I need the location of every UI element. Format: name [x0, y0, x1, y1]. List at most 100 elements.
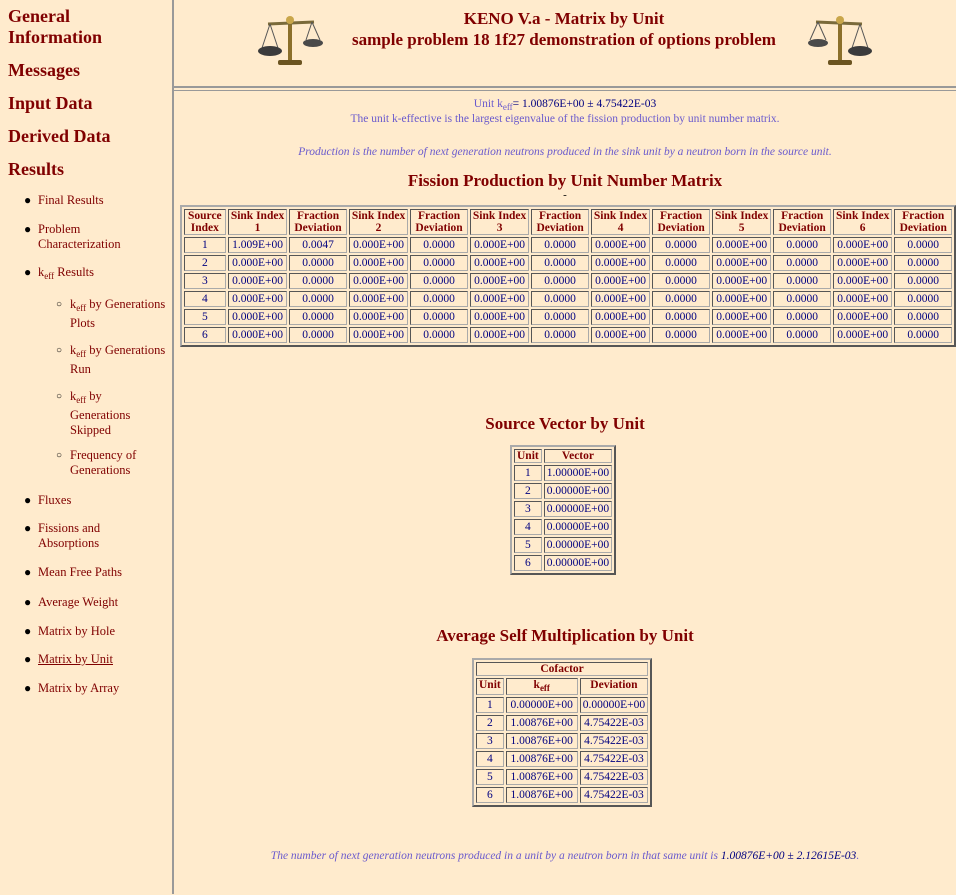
scales-of-justice-icon: [808, 16, 872, 65]
table-row: 1 1.00000E+00: [514, 465, 613, 481]
nav-keff-generations-run[interactable]: keff by Generations Run: [70, 343, 166, 377]
table-cell: 0.0000: [410, 255, 468, 271]
table-header-cell: Fraction Deviation: [410, 209, 468, 235]
table-cell: 4.75422E-03: [579, 787, 649, 803]
table-cell: 0.0000: [531, 327, 589, 343]
table-row: 5 1.00876E+00 4.75422E-03: [476, 769, 649, 785]
table-cell: 0.0000: [531, 291, 589, 307]
nav-frequency-generations[interactable]: Frequency of Generations: [70, 448, 156, 478]
table-cell: 0.00000E+00: [543, 483, 613, 499]
table-cell: 0.000E+00: [590, 309, 651, 325]
table-cell: 1: [476, 697, 504, 713]
table-row: 3 0.000E+00 0.0000 0.000E+00 0.0000 0.000E+00…: [184, 273, 952, 289]
nav-problem-characterization[interactable]: Problem Characterization: [38, 222, 164, 252]
table-cell: 0.000E+00: [711, 291, 772, 307]
table-cell: 0.000E+00: [711, 309, 772, 325]
self-multiplication-title: Average Self Multiplication by Unit: [436, 626, 694, 645]
table-cell: 0.0000: [894, 291, 952, 307]
keff-header: keff: [505, 678, 578, 695]
table-cell: 3: [476, 733, 504, 749]
bullet-icon: ●: [24, 624, 32, 638]
nav-matrix-by-array[interactable]: Matrix by Array: [38, 681, 119, 696]
nav-keff-generations-skipped[interactable]: keff by Generations Skipped: [70, 389, 148, 438]
table-cell: 0.0000: [531, 255, 589, 271]
table-cell: 0.000E+00: [348, 273, 409, 289]
table-cell: 0.00000E+00: [543, 501, 613, 517]
bullet-icon: ●: [24, 222, 32, 236]
table-cell: 4.75422E-03: [579, 733, 649, 749]
list-item: ● Average Weight: [24, 595, 118, 610]
table-row: 6 0.00000E+00: [514, 555, 613, 571]
table-cell: 0.0000: [531, 309, 589, 325]
bullet-icon: ●: [24, 681, 32, 695]
nav-fluxes[interactable]: Fluxes: [38, 493, 71, 508]
table-cell: 0.000E+00: [227, 291, 288, 307]
nav-final-results[interactable]: Final Results: [38, 193, 104, 208]
table-cell: 0.000E+00: [469, 291, 530, 307]
list-item: ○ Frequency of Generations: [56, 448, 156, 478]
table-cell: 0.0000: [773, 255, 831, 271]
table-cell: 5: [514, 537, 542, 553]
bullet-icon: ●: [24, 193, 32, 207]
nav-average-weight[interactable]: Average Weight: [38, 595, 118, 610]
nav-results[interactable]: Results: [8, 159, 64, 180]
table-cell: 6: [476, 787, 504, 803]
table-cell: 1.00876E+00: [505, 715, 578, 731]
bullet-icon: ●: [24, 521, 32, 535]
table-row: 5 0.00000E+00: [514, 537, 613, 553]
table-cell: 0.0000: [531, 237, 589, 253]
table-cell: 0.000E+00: [832, 327, 893, 343]
table-cell: 1: [184, 237, 226, 253]
nav-keff-results[interactable]: keff Results: [38, 265, 94, 284]
nav-derived-data[interactable]: Derived Data: [8, 126, 110, 147]
table-cell: 6: [514, 555, 542, 571]
list-item: ● Matrix by Array: [24, 681, 119, 696]
table-row: 4 1.00876E+00 4.75422E-03: [476, 751, 649, 767]
table-cell: 0.0000: [289, 291, 347, 307]
table-cell: 0.000E+00: [348, 327, 409, 343]
nav-keff-generations-plots[interactable]: keff by Generations Plots: [70, 297, 166, 331]
nav-matrix-by-unit[interactable]: Matrix by Unit: [38, 652, 113, 667]
table-header-cell: Sink Index 5: [711, 209, 772, 235]
table-cell: 0.000E+00: [348, 237, 409, 253]
circle-bullet-icon: ○: [56, 450, 63, 461]
table-cell: 0.0000: [410, 327, 468, 343]
table-cell: 1.00876E+00: [505, 733, 578, 749]
table-cell: 0.0000: [410, 309, 468, 325]
nav-input-data[interactable]: Input Data: [8, 93, 93, 114]
table-cell: 0.0000: [652, 273, 710, 289]
source-vector-table: Unit Vector 1 1.00000E+00 2 0.00000E+00 3 0.00…: [510, 445, 617, 575]
table-header-cell: Vector: [543, 449, 613, 463]
table-cell: 0.000E+00: [469, 273, 530, 289]
nav-matrix-by-hole[interactable]: Matrix by Hole: [38, 624, 115, 639]
table-cell: 0.000E+00: [227, 327, 288, 343]
table-cell: 4.75422E-03: [579, 751, 649, 767]
table-header-cell: Sink Index 1: [227, 209, 288, 235]
table-cell: 4: [184, 291, 226, 307]
table-row: 2 1.00876E+00 4.75422E-03: [476, 715, 649, 731]
nav-messages[interactable]: Messages: [8, 60, 80, 81]
table-header-cell: Sink Index 6: [832, 209, 893, 235]
nav-fissions-absorptions[interactable]: Fissions and Absorptions: [38, 521, 144, 551]
source-vector-title: Source Vector by Unit: [485, 414, 645, 433]
table-header-cell: Sink Index 4: [590, 209, 651, 235]
table-cell: 0.00000E+00: [543, 519, 613, 535]
table-cell: 0.0000: [894, 309, 952, 325]
table-cell: 0.0000: [773, 237, 831, 253]
table-cell: 0.000E+00: [227, 309, 288, 325]
table-cell: 0.0047: [289, 237, 347, 253]
unit-header: Unit: [476, 678, 504, 695]
table-cell: 4.75422E-03: [579, 715, 649, 731]
table-cell: 0.000E+00: [590, 327, 651, 343]
table-cell: 0.000E+00: [590, 237, 651, 253]
table-row: 2 0.00000E+00: [514, 483, 613, 499]
table-cell: 0.0000: [773, 273, 831, 289]
table-cell: 0.0000: [289, 327, 347, 343]
nav-general-information[interactable]: General Information: [8, 6, 158, 48]
nav-mean-free-paths[interactable]: Mean Free Paths: [38, 565, 122, 580]
bullet-icon: ●: [24, 595, 32, 609]
table-cell: 0.000E+00: [590, 291, 651, 307]
table-cell: 1.00000E+00: [543, 465, 613, 481]
table-row: 6 1.00876E+00 4.75422E-03: [476, 787, 649, 803]
sidebar-nav: General Information Messages Input Data …: [0, 0, 174, 894]
